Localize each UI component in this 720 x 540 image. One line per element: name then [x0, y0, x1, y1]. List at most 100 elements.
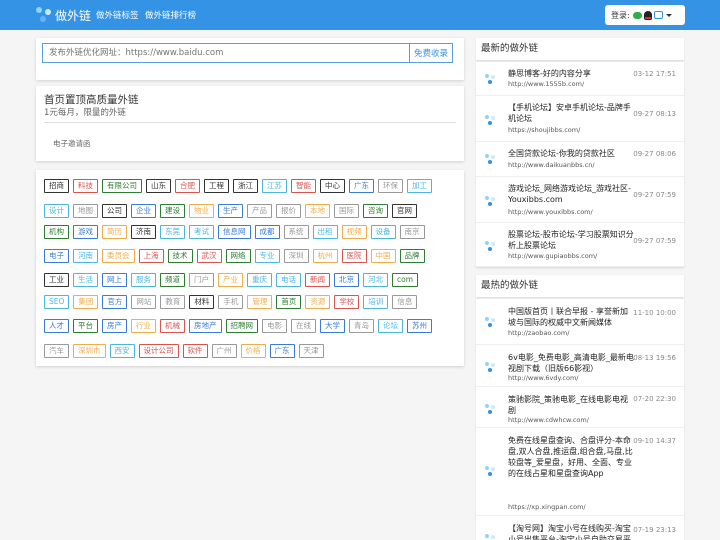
tag-link[interactable]: 深圳	[283, 249, 309, 263]
tag-link[interactable]: 价格	[240, 344, 266, 358]
link-item[interactable]: 游戏论坛_网络游戏论坛_游戏社区-Youxibbs.com http://www.…	[476, 177, 684, 223]
tag-link[interactable]: 电话	[276, 273, 301, 287]
link-item[interactable]: 静思博客-好的内容分享 http://www.1555b.com/03-12 17…	[476, 62, 684, 96]
tag-link[interactable]: 地图	[73, 204, 98, 218]
tag-link[interactable]: 山东	[146, 179, 171, 193]
link-item[interactable]: 6v电影_免费电影_高清电影_最新电视剧下载（旧版66影视） http://www…	[476, 345, 684, 387]
link-title[interactable]: 全国贷款论坛-你我的贷款社区	[508, 148, 634, 159]
tag-link[interactable]: 官方	[102, 295, 128, 309]
tag-link[interactable]: 科技	[73, 179, 98, 193]
tag-link[interactable]: 广州	[211, 344, 237, 358]
tag-link[interactable]: 平台	[73, 319, 98, 333]
tag-link[interactable]: 新闻	[305, 273, 330, 287]
tag-link[interactable]: 大学	[320, 319, 345, 333]
tag-link[interactable]: 设备	[370, 225, 396, 239]
tag-link[interactable]: 工程	[204, 179, 229, 193]
link-title[interactable]: 策驰影院_策驰电影_在线电影电视剧	[508, 394, 634, 416]
tag-link[interactable]: 工业	[44, 273, 69, 287]
tag-link[interactable]: 汽车	[44, 344, 69, 358]
link-item[interactable]: 【淘号网】淘宝小号在线购买-淘宝小号出售平台-淘宝小号自助交易平台07-19 2…	[476, 516, 684, 540]
tag-link[interactable]: 人才	[44, 319, 69, 333]
qq-icon[interactable]	[643, 10, 652, 20]
tag-link[interactable]: 合肥	[175, 179, 200, 193]
link-item[interactable]: 免费在线星盘查询、合盘评分-本命盘,双人合盘,推运盘,组合盘,马盘,比较盘等_爱…	[476, 428, 684, 516]
tag-link[interactable]: 品牌	[399, 249, 425, 263]
tag-link[interactable]: 产品	[247, 204, 272, 218]
tag-link[interactable]: 房产	[102, 319, 127, 333]
tag-link[interactable]: 杭州	[312, 249, 338, 263]
tag-link[interactable]: 电影	[262, 319, 287, 333]
tag-link[interactable]: 学校	[334, 295, 360, 309]
tag-link[interactable]: 机械	[160, 319, 185, 333]
tag-link[interactable]: 浙江	[233, 179, 258, 193]
tag-link[interactable]: 委员会	[102, 249, 135, 263]
tag-link[interactable]: 成都	[254, 225, 280, 239]
link-item[interactable]: 策驰影院_策驰电影_在线电影电视剧 http://www.cdwhcw.com/0…	[476, 387, 684, 428]
login-dropdown[interactable]: 登录:	[605, 5, 685, 25]
tag-link[interactable]: 出租	[312, 225, 338, 239]
tag-link[interactable]: 考试	[189, 225, 214, 239]
weibo-icon[interactable]	[653, 11, 663, 19]
tag-link[interactable]: 南京	[399, 225, 425, 239]
tag-link[interactable]: 医院	[341, 249, 367, 263]
tag-link[interactable]: 在线	[291, 319, 316, 333]
tag-link[interactable]: 济南	[131, 225, 156, 239]
tag-link[interactable]: 武汉	[196, 249, 222, 263]
tag-link[interactable]: 江苏	[262, 179, 287, 193]
brand[interactable]: 做外链	[36, 7, 91, 23]
tag-link[interactable]: 手机	[218, 295, 244, 309]
tag-link[interactable]: 设计公司	[138, 344, 179, 358]
tag-link[interactable]: 天津	[298, 344, 324, 358]
tag-link[interactable]: 软件	[182, 344, 208, 358]
tag-link[interactable]: 招聘网	[225, 319, 258, 333]
tag-link[interactable]: 网上	[102, 273, 127, 287]
tag-link[interactable]: 服务	[131, 273, 156, 287]
nav-link-tags[interactable]: 做外链标签	[96, 9, 139, 21]
tag-link[interactable]: 机构	[44, 225, 69, 239]
link-title[interactable]: 静思博客-好的内容分享	[508, 68, 634, 79]
tag-link[interactable]: 中心	[320, 179, 345, 193]
tag-link[interactable]: 游戏	[73, 225, 98, 239]
link-item[interactable]: 【手机论坛】安卓手机论坛-品牌手机论坛 https://shoujibbs.com…	[476, 96, 684, 142]
tag-link[interactable]: 电子	[44, 249, 69, 263]
tag-link[interactable]: SEO	[44, 295, 70, 309]
link-title[interactable]: 6v电影_免费电影_高清电影_最新电视剧下载（旧版66影视）	[508, 352, 634, 374]
tag-link[interactable]: 专业	[254, 249, 280, 263]
tag-link[interactable]: 报价	[276, 204, 301, 218]
link-title[interactable]: 【手机论坛】安卓手机论坛-品牌手机论坛	[508, 102, 634, 124]
tag-link[interactable]: 材料	[189, 295, 215, 309]
tag-link[interactable]: 国际	[334, 204, 359, 218]
tag-link[interactable]: 频道	[160, 273, 185, 287]
wechat-icon[interactable]	[632, 11, 642, 19]
tag-link[interactable]: 设计	[44, 204, 69, 218]
tag-link[interactable]: 深圳市	[73, 344, 106, 358]
tag-link[interactable]: 资源	[305, 295, 331, 309]
tag-link[interactable]: 门户	[189, 273, 214, 287]
tag-link[interactable]: 官网	[392, 204, 417, 218]
tag-link[interactable]: 环保	[378, 179, 403, 193]
promo-link[interactable]: 电子邀请函	[53, 138, 91, 149]
link-title[interactable]: 股票论坛-股市论坛-学习股票知识分析上股票论坛	[508, 229, 634, 251]
tag-link[interactable]: 首页	[276, 295, 302, 309]
tag-link[interactable]: 简历	[102, 225, 127, 239]
tag-link[interactable]: 重庆	[247, 273, 272, 287]
tag-link[interactable]: 河南	[73, 249, 98, 263]
tag-link[interactable]: 系统	[283, 225, 309, 239]
url-input[interactable]	[42, 43, 409, 63]
tag-link[interactable]: 网络	[225, 249, 251, 263]
tag-link[interactable]: 生活	[73, 273, 98, 287]
tag-link[interactable]: 视频	[341, 225, 367, 239]
tag-link[interactable]: 信息	[392, 295, 418, 309]
tag-link[interactable]: 咨询	[363, 204, 388, 218]
link-title[interactable]: 免费在线星盘查询、合盘评分-本命盘,双人合盘,推运盘,组合盘,马盘,比较盘等_爱…	[508, 435, 634, 479]
tag-link[interactable]: 网站	[131, 295, 157, 309]
tag-link[interactable]: 河北	[363, 273, 388, 287]
tag-link[interactable]: 本地	[305, 204, 330, 218]
link-title[interactable]: 【淘号网】淘宝小号在线购买-淘宝小号出售平台-淘宝小号自助交易平台	[508, 523, 634, 540]
tag-link[interactable]: 上海	[138, 249, 164, 263]
tag-link[interactable]: 有限公司	[102, 179, 142, 193]
tag-link[interactable]: 智能	[291, 179, 316, 193]
tag-link[interactable]: 集团	[73, 295, 99, 309]
tag-link[interactable]: 教育	[160, 295, 186, 309]
tag-link[interactable]: 生产	[218, 204, 243, 218]
